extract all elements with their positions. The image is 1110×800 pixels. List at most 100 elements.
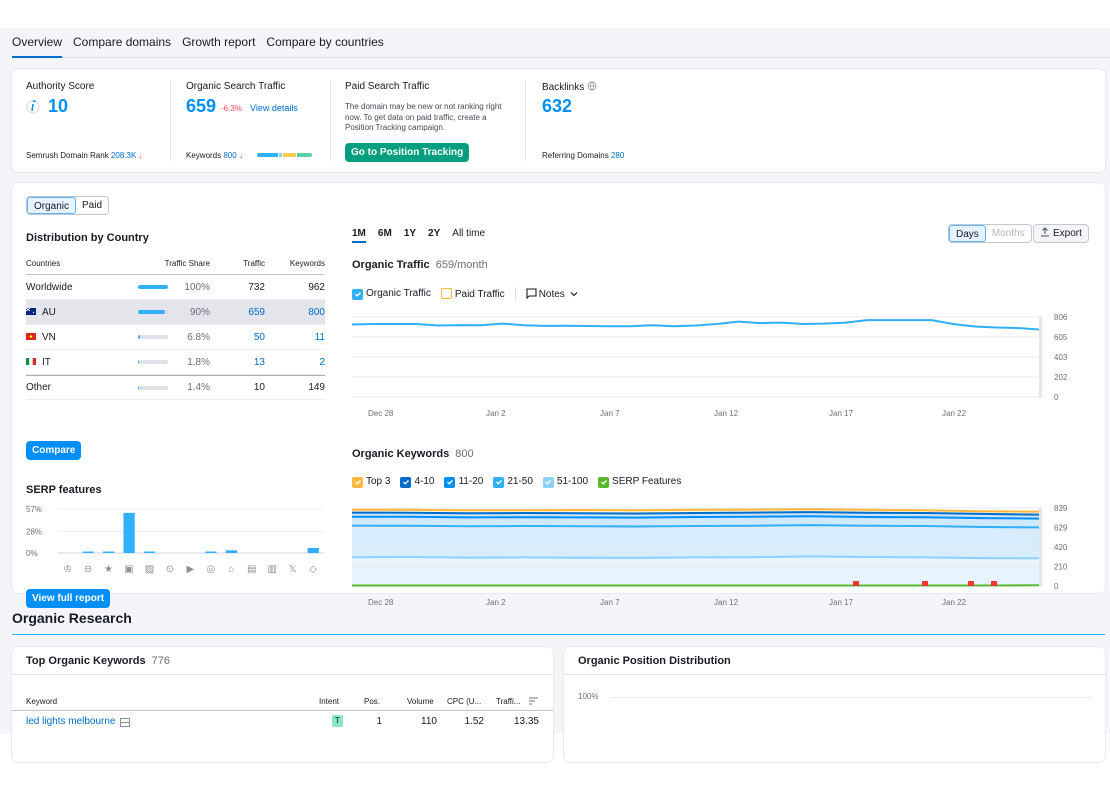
graduation-cap-icon[interactable]: ⌂ xyxy=(228,564,234,575)
country-cell: AU xyxy=(26,307,138,318)
col-volume[interactable]: Volume xyxy=(407,697,434,706)
location-pin-icon[interactable]: ◎ xyxy=(206,564,215,575)
legend-label: 51-100 xyxy=(556,476,589,487)
toggle-organic[interactable]: Organic xyxy=(27,197,77,214)
star-icon[interactable]: ★ xyxy=(104,564,113,575)
organic-traffic-value[interactable]: 659 xyxy=(186,96,216,117)
legend-21-50[interactable]: 21-50 xyxy=(493,476,533,488)
flag-it-icon xyxy=(26,357,36,368)
toggle-days[interactable]: Days xyxy=(949,225,986,242)
range-all-time[interactable]: All time xyxy=(452,228,485,242)
x-logo-icon[interactable]: 𝕏 xyxy=(289,564,297,575)
y-tick-label: 57% xyxy=(26,505,42,514)
backlinks-value[interactable]: 632 xyxy=(542,96,572,117)
legend-organic-traffic[interactable]: Organic Traffic xyxy=(352,288,431,300)
legend-top-3[interactable]: Top 3 xyxy=(352,476,390,488)
view-details-link[interactable]: View details xyxy=(250,103,298,113)
annotation-flag-icon[interactable] xyxy=(922,581,928,586)
serp-bar-location[interactable] xyxy=(205,551,217,554)
checkbox-checked-icon xyxy=(444,476,456,488)
col-keyword[interactable]: Keyword xyxy=(26,697,57,706)
organic-position-distribution-card: Organic Position Distribution 100% xyxy=(564,647,1105,762)
x-tick-label: Jan 12 xyxy=(714,409,739,418)
range-2y[interactable]: 2Y xyxy=(428,228,440,242)
serp-bar-link[interactable] xyxy=(82,551,94,554)
globe-icon xyxy=(587,81,597,91)
image-pack-icon[interactable]: ▨ xyxy=(145,564,154,575)
table-row[interactable]: IT 1.8% 13 2 xyxy=(26,350,325,375)
table-row[interactable]: VN 6.8% 50 11 xyxy=(26,325,325,350)
col-traffic-share: Traffic Share xyxy=(164,259,210,268)
serp-bar-image-pack[interactable] xyxy=(143,551,156,554)
toggle-paid[interactable]: Paid xyxy=(76,197,108,214)
table-row[interactable]: AU 90% 659 800 xyxy=(26,300,325,325)
briefcase-icon[interactable]: ▥ xyxy=(268,564,277,575)
toggle-months[interactable]: Months xyxy=(986,225,1031,242)
annotation-flag-icon[interactable] xyxy=(853,581,859,586)
legend-11-20[interactable]: 11-20 xyxy=(444,476,483,488)
traffic-value[interactable]: 659 xyxy=(210,307,265,318)
table-row[interactable]: Other 1.4% 10 149 xyxy=(26,375,325,400)
view-full-report-button[interactable]: View full report xyxy=(26,589,111,608)
serp-bar-star[interactable] xyxy=(103,551,115,554)
series-line-organic-traffic[interactable] xyxy=(352,319,1040,331)
top-keywords-heading: Top Organic Keywords 776 xyxy=(26,655,170,667)
serp-bar-education[interactable] xyxy=(225,550,238,553)
col-position[interactable]: Pos. xyxy=(364,697,380,706)
tab-overview[interactable]: Overview xyxy=(12,35,63,58)
annotation-flag-icon[interactable] xyxy=(968,581,974,586)
keywords-label: Keywords xyxy=(186,151,222,160)
notes-dropdown[interactable]: Notes xyxy=(526,288,578,300)
col-intent[interactable]: Intent xyxy=(319,697,339,706)
keywords-value[interactable]: 800 xyxy=(265,307,325,318)
referring-domains-value[interactable]: 280 xyxy=(611,151,624,160)
serp-bar-image[interactable] xyxy=(123,512,135,553)
tag-icon[interactable]: ◇ xyxy=(309,564,317,575)
table-row[interactable]: Worldwide 100% 732 962 xyxy=(26,275,325,300)
range-1y[interactable]: 1Y xyxy=(404,228,416,242)
legend-serp-features[interactable]: SERP Features xyxy=(598,476,681,488)
y-tick-label: 0 xyxy=(1054,393,1059,402)
keywords-value[interactable]: 2 xyxy=(265,357,325,368)
referring-domains-label: Referring Domains xyxy=(542,151,609,160)
legend-51-100[interactable]: 51-100 xyxy=(542,476,589,488)
traffic-value[interactable]: 50 xyxy=(210,332,265,343)
serp-bar-tag[interactable] xyxy=(307,547,319,553)
range-1m[interactable]: 1M xyxy=(352,228,366,243)
serp-snapshot-icon[interactable] xyxy=(120,718,130,727)
legend-paid-traffic[interactable]: Paid Traffic xyxy=(440,288,505,300)
image-icon[interactable]: ▣ xyxy=(124,564,133,575)
link-icon[interactable]: ⊖ xyxy=(84,564,92,575)
position-distribution-title: Organic Position Distribution xyxy=(578,655,731,667)
flag-vn-icon xyxy=(26,332,36,343)
tab-growth-report[interactable]: Growth report xyxy=(182,35,255,57)
organic-research-title: Organic Research xyxy=(12,610,132,626)
crown-icon[interactable]: ♔ xyxy=(63,564,72,575)
series-line-51-100[interactable] xyxy=(352,555,1040,560)
export-button[interactable]: Export xyxy=(1033,224,1089,243)
document-icon[interactable]: ▤ xyxy=(247,564,256,575)
traffic-share-value: 100% xyxy=(184,281,210,293)
video-carousel-icon[interactable]: ▶ xyxy=(187,564,195,575)
tab-compare-domains[interactable]: Compare domains xyxy=(73,35,171,57)
area-51-100 xyxy=(352,556,1039,586)
sort-icon[interactable] xyxy=(529,697,538,705)
go-to-position-tracking-button[interactable]: Go to Position Tracking xyxy=(345,143,470,162)
col-traffic[interactable]: Traffi... xyxy=(496,697,520,706)
col-cpc[interactable]: CPC (U... xyxy=(447,697,481,706)
annotation-flag-icon[interactable] xyxy=(991,581,997,586)
keywords-value[interactable]: 11 xyxy=(265,332,325,343)
paid-traffic-widget: Paid Search Traffic The domain may be ne… xyxy=(345,69,515,172)
legend-4-10[interactable]: 4-10 xyxy=(400,476,434,488)
export-label: Export xyxy=(1053,228,1082,239)
traffic-share-value: 1.8% xyxy=(187,356,210,368)
traffic-value[interactable]: 13 xyxy=(210,357,265,368)
range-6m[interactable]: 6M xyxy=(378,228,392,242)
compare-button[interactable]: Compare xyxy=(26,441,82,460)
keyword-link[interactable]: led lights melbourne xyxy=(26,716,116,727)
domain-rank-value[interactable]: 208.3K xyxy=(111,151,136,160)
video-icon[interactable]: ⊙ xyxy=(166,564,174,575)
x-tick-label: Dec 28 xyxy=(368,598,394,607)
tab-compare-by-countries[interactable]: Compare by countries xyxy=(266,35,383,57)
keywords-value[interactable]: 800 xyxy=(223,151,236,160)
